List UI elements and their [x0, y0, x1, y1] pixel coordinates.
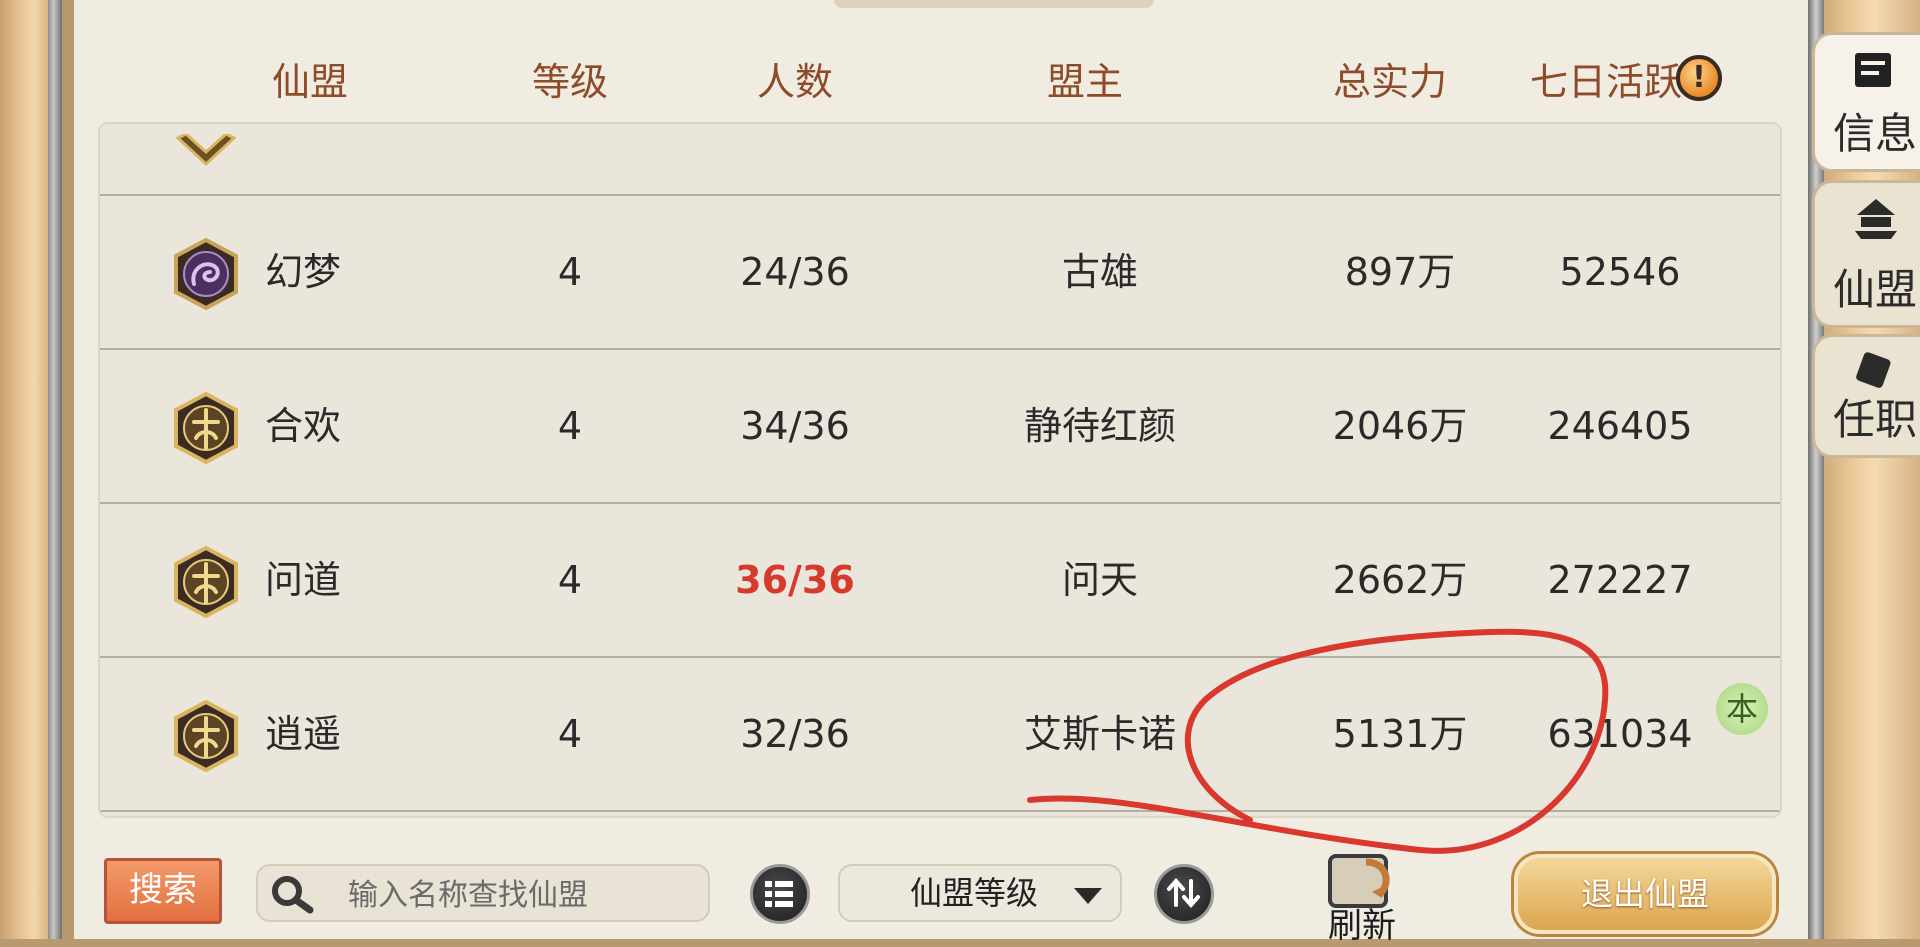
column-header-alliance: 仙盟: [271, 60, 348, 104]
search-input[interactable]: [346, 874, 690, 916]
alliance-level: 4: [557, 250, 583, 294]
tab-position[interactable]: 任职: [1812, 334, 1920, 458]
alliance-power: 5131万: [1332, 712, 1468, 756]
tab-label: 任职: [1833, 395, 1918, 444]
alliance-level: 4: [557, 712, 583, 756]
alliance-list[interactable]: 幻梦 4 24/36 古雄 897万 52546 合欢 4 34/36 静待红颜…: [98, 122, 1782, 818]
alliance-leader: 静待红颜: [1023, 404, 1176, 448]
gold-emblem-icon: [174, 392, 238, 464]
column-header-level: 等级: [531, 60, 608, 104]
chevron-down-icon: [1074, 888, 1102, 904]
tab-label: 信息: [1833, 109, 1918, 158]
activity-info-icon[interactable]: !: [1676, 55, 1722, 101]
refresh-button[interactable]: 刷新: [1312, 848, 1416, 946]
sort-order-button[interactable]: [1154, 864, 1214, 924]
column-header-power: 总实力: [1332, 60, 1447, 104]
alliance-leader: 古雄: [1061, 250, 1138, 294]
sort-dropdown[interactable]: 仙盟等级: [838, 864, 1122, 922]
table-row[interactable]: 问道 4 36/36 问天 2662万 272227: [100, 504, 1780, 658]
alliance-members: 24/36: [740, 250, 850, 294]
column-header-leader: 盟主: [1046, 60, 1123, 104]
gold-emblem-icon: [174, 700, 238, 772]
alliance-members-full: 36/36: [735, 558, 855, 602]
table-row[interactable]: 幻梦 4 24/36 古雄 897万 52546: [100, 196, 1780, 350]
alliance-activity: 631034: [1547, 712, 1693, 756]
alliance-power: 2662万: [1332, 558, 1468, 602]
left-scroll-roller: [0, 0, 62, 939]
alliance-level: 4: [557, 558, 583, 602]
alliance-power: 897万: [1344, 250, 1456, 294]
table-row-partial: [100, 124, 1780, 196]
alliance-activity: 52546: [1559, 250, 1681, 294]
tab-info[interactable]: 信息: [1812, 32, 1920, 172]
alliance-name: 逍遥: [265, 712, 342, 756]
refresh-label: 刷新: [1328, 906, 1396, 946]
alliance-power: 2046万: [1332, 404, 1468, 448]
gold-emblem-icon: [175, 134, 237, 167]
column-header-activity: 七日活跃: [1529, 60, 1682, 104]
list-icon: [765, 881, 793, 907]
pagoda-icon: [1855, 199, 1897, 239]
table-row-own[interactable]: 逍遥 4 32/36 艾斯卡诺 5131万 631034: [100, 658, 1780, 812]
exit-alliance-button[interactable]: 退出仙盟: [1514, 854, 1776, 934]
alliance-name: 问道: [265, 558, 342, 602]
tab-alliance[interactable]: 仙盟: [1812, 180, 1920, 328]
alliance-leader: 问天: [1061, 558, 1138, 602]
search-box: [256, 864, 710, 922]
alliance-level: 4: [557, 404, 583, 448]
own-alliance-badge: 本: [1716, 683, 1768, 735]
gold-emblem-icon: [174, 546, 238, 618]
column-header-members: 人数: [756, 60, 833, 104]
table-row[interactable]: 合欢 4 34/36 静待红颜 2046万 246405: [100, 350, 1780, 504]
alliance-members: 32/36: [740, 712, 850, 756]
alliance-name: 幻梦: [265, 250, 342, 294]
filter-list-button[interactable]: [750, 864, 810, 924]
alliance-activity: 272227: [1547, 558, 1693, 602]
alliance-members: 34/36: [740, 404, 850, 448]
search-button[interactable]: 搜索: [104, 858, 222, 924]
purple-dragon-emblem-icon: [174, 238, 238, 310]
alliance-name: 合欢: [265, 404, 342, 448]
panel-top-notch: [834, 0, 1154, 8]
alliance-leader: 艾斯卡诺: [1023, 712, 1176, 756]
scroll-icon: [1855, 53, 1891, 87]
tab-label: 仙盟: [1833, 265, 1918, 314]
sort-arrows-icon: [1167, 877, 1200, 909]
sort-dropdown-value: 仙盟等级: [910, 874, 1039, 912]
search-icon: [272, 876, 314, 914]
alliance-activity: 246405: [1547, 404, 1693, 448]
